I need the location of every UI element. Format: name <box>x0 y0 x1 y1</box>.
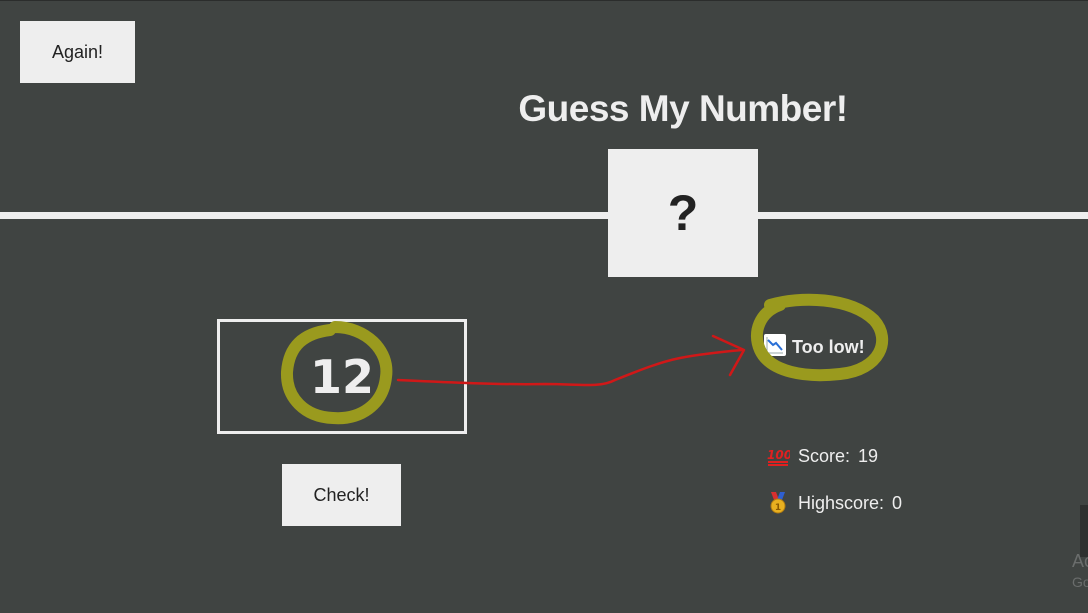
score-value: 19 <box>858 445 879 466</box>
annotation-arrow-head <box>711 334 746 377</box>
medal-icon: 1 <box>766 491 790 515</box>
highscore-label: Highscore: <box>798 492 885 513</box>
header-divider <box>0 212 1088 219</box>
guess-message: Too low! <box>764 333 865 361</box>
check-button[interactable]: Check! <box>282 464 401 526</box>
page-title: Guess My Number! <box>518 88 848 129</box>
secret-number-box: ? <box>608 149 758 277</box>
window-top-edge <box>0 0 1088 1</box>
edge-overlay-text: Ac <box>1072 551 1088 571</box>
message-text: Too low! <box>792 336 865 357</box>
highscore-value: 0 <box>892 492 903 513</box>
highscore-row: 1 Highscore: 0 <box>766 490 902 516</box>
score-label: Score: <box>798 445 851 466</box>
score-row: 100 Score: 19 <box>766 443 878 469</box>
hundred-points-icon: 100 <box>766 444 792 468</box>
svg-text:1: 1 <box>775 503 781 513</box>
again-button[interactable]: Again! <box>20 21 135 83</box>
svg-text:100: 100 <box>767 448 790 462</box>
guess-input[interactable]: 12 <box>217 319 467 434</box>
chart-decreasing-icon <box>764 333 786 361</box>
edge-widget <box>1080 505 1088 557</box>
edge-overlay-subtext: Go <box>1072 574 1088 590</box>
